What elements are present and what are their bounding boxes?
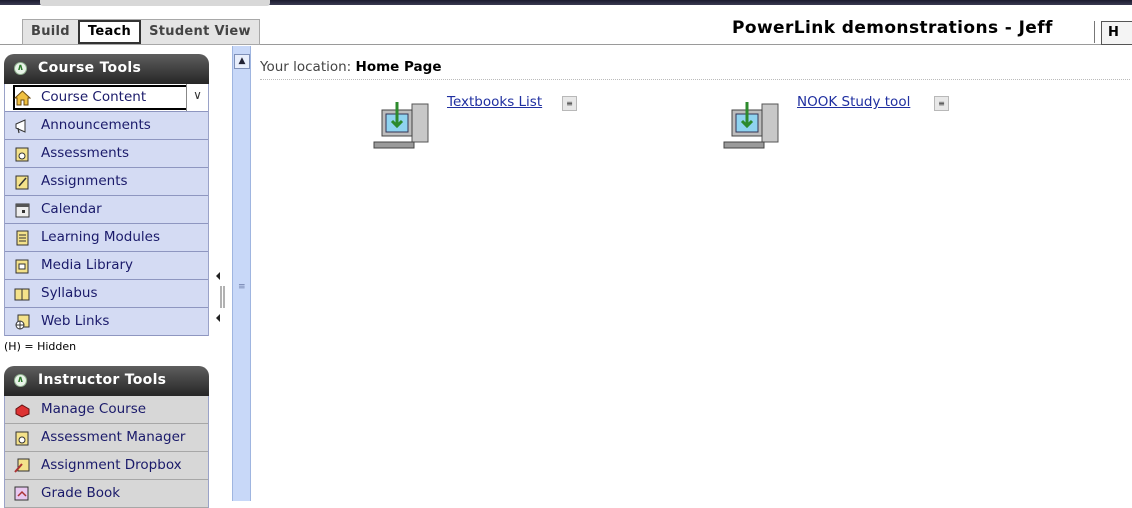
instructor-tools-header[interactable]: ∧ Instructor Tools <box>4 366 209 396</box>
sidebar-item-label: Announcements <box>41 117 151 133</box>
gradebook-icon <box>14 486 29 501</box>
sidebar-item-label: Assessment Manager <box>41 429 186 445</box>
sidebar-item-label: Media Library <box>41 257 134 273</box>
instructor-tools-title: Instructor Tools <box>38 372 167 388</box>
home-icon <box>14 90 31 106</box>
collapse-icon[interactable]: ∧ <box>14 62 27 75</box>
media-icon <box>15 259 29 274</box>
sidebar-item-assignment-dropbox[interactable]: Assignment Dropbox <box>5 452 208 480</box>
sidebar-item-manage-course[interactable]: Manage Course <box>5 396 208 424</box>
assignment-icon <box>15 175 29 190</box>
sidebar-item-media-library[interactable]: Media Library <box>5 252 208 280</box>
header-separator <box>1094 21 1095 43</box>
splitter-grip[interactable] <box>213 256 232 336</box>
scrollbar-vertical[interactable]: ▲ ≡ <box>232 46 251 501</box>
collapse-arrows-icon <box>216 272 225 322</box>
sidebar-item-assignments[interactable]: Assignments <box>5 168 208 196</box>
module-icon <box>16 230 29 246</box>
tab-teach[interactable]: Teach <box>77 20 142 44</box>
chevron-down-icon[interactable]: ∨ <box>186 84 208 111</box>
tab-student-view[interactable]: Student View <box>141 20 259 44</box>
sidebar-item-syllabus[interactable]: Syllabus <box>5 280 208 308</box>
selection-frame <box>13 85 190 110</box>
collapse-icon[interactable]: ∧ <box>14 374 27 387</box>
sidebar-item-label: Assignment Dropbox <box>41 457 182 473</box>
item-menu-icon[interactable]: ≡ <box>934 96 949 111</box>
hidden-legend: (H) = Hidden <box>4 340 77 353</box>
computer-download-icon <box>723 102 779 149</box>
sidebar-item-label: Assessments <box>41 145 130 161</box>
sidebar-item-web-links[interactable]: Web Links <box>5 308 208 336</box>
syllabus-icon <box>14 288 30 301</box>
assessment-icon <box>15 147 29 162</box>
toolbox-icon <box>15 404 30 418</box>
breadcrumb: Your location: Home Page <box>260 59 1130 80</box>
sidebar-item-label: Assignments <box>41 173 128 189</box>
sidebar-item-label: Grade Book <box>41 485 121 501</box>
sidebar-item-announcements[interactable]: Announcements <box>5 112 208 140</box>
sidebar-item-label: Learning Modules <box>41 229 161 245</box>
sidebar-item-calendar[interactable]: Calendar <box>5 196 208 224</box>
course-tools-list: Course Content ∨ Announcements Assessmen… <box>4 84 209 336</box>
tab-build[interactable]: Build <box>23 20 78 44</box>
sidebar-item-assessments[interactable]: Assessments <box>5 140 208 168</box>
instructor-tools-list: Manage Course Assessment Manager Assignm… <box>4 396 209 508</box>
sidebar-item-course-content[interactable]: Course Content ∨ <box>5 84 208 112</box>
scroll-up-icon[interactable]: ▲ <box>234 54 250 69</box>
scroll-thumb-grip-icon: ≡ <box>238 282 246 292</box>
sidebar-item-assessment-manager[interactable]: Assessment Manager <box>5 424 208 452</box>
content-link-item: NOOK Study tool ≡ <box>722 94 972 164</box>
sidebar-item-learning-modules[interactable]: Learning Modules <box>5 224 208 252</box>
mode-tabs: Build Teach Student View <box>22 19 260 45</box>
sidebar-item-grade-book[interactable]: Grade Book <box>5 480 208 508</box>
sidebar-item-label: Syllabus <box>41 285 98 301</box>
dropbox-icon <box>14 458 30 473</box>
top-bar: Build Teach Student View PowerLink demon… <box>0 6 1132 45</box>
megaphone-icon <box>15 119 26 134</box>
sidebar-item-label: Calendar <box>41 201 102 217</box>
globe-icon <box>15 314 30 330</box>
location-page: Home Page <box>355 59 442 75</box>
course-tools-header[interactable]: ∧ Course Tools <box>4 54 209 84</box>
nook-study-tool-link[interactable]: NOOK Study tool <box>797 94 910 110</box>
item-menu-icon[interactable]: ≡ <box>562 96 577 111</box>
computer-download-icon <box>373 102 429 149</box>
sidebar: ∧ Course Tools Course Content ∨ Announce… <box>0 46 213 508</box>
content-link-item: Textbooks List ≡ <box>372 94 622 164</box>
calendar-icon <box>15 203 30 218</box>
course-title: PowerLink demonstrations - Jeff <box>732 18 1053 38</box>
textbooks-list-link[interactable]: Textbooks List <box>447 94 542 110</box>
sidebar-splitter[interactable] <box>213 46 232 501</box>
location-prefix: Your location: <box>260 59 352 75</box>
sidebar-item-label: Web Links <box>41 313 110 329</box>
assessment-icon <box>15 431 29 446</box>
sidebar-item-label: Manage Course <box>41 401 147 417</box>
main-content: Your location: Home Page Textbooks List … <box>251 46 1132 501</box>
course-tools-title: Course Tools <box>38 60 142 76</box>
help-button[interactable]: H <box>1101 21 1132 45</box>
